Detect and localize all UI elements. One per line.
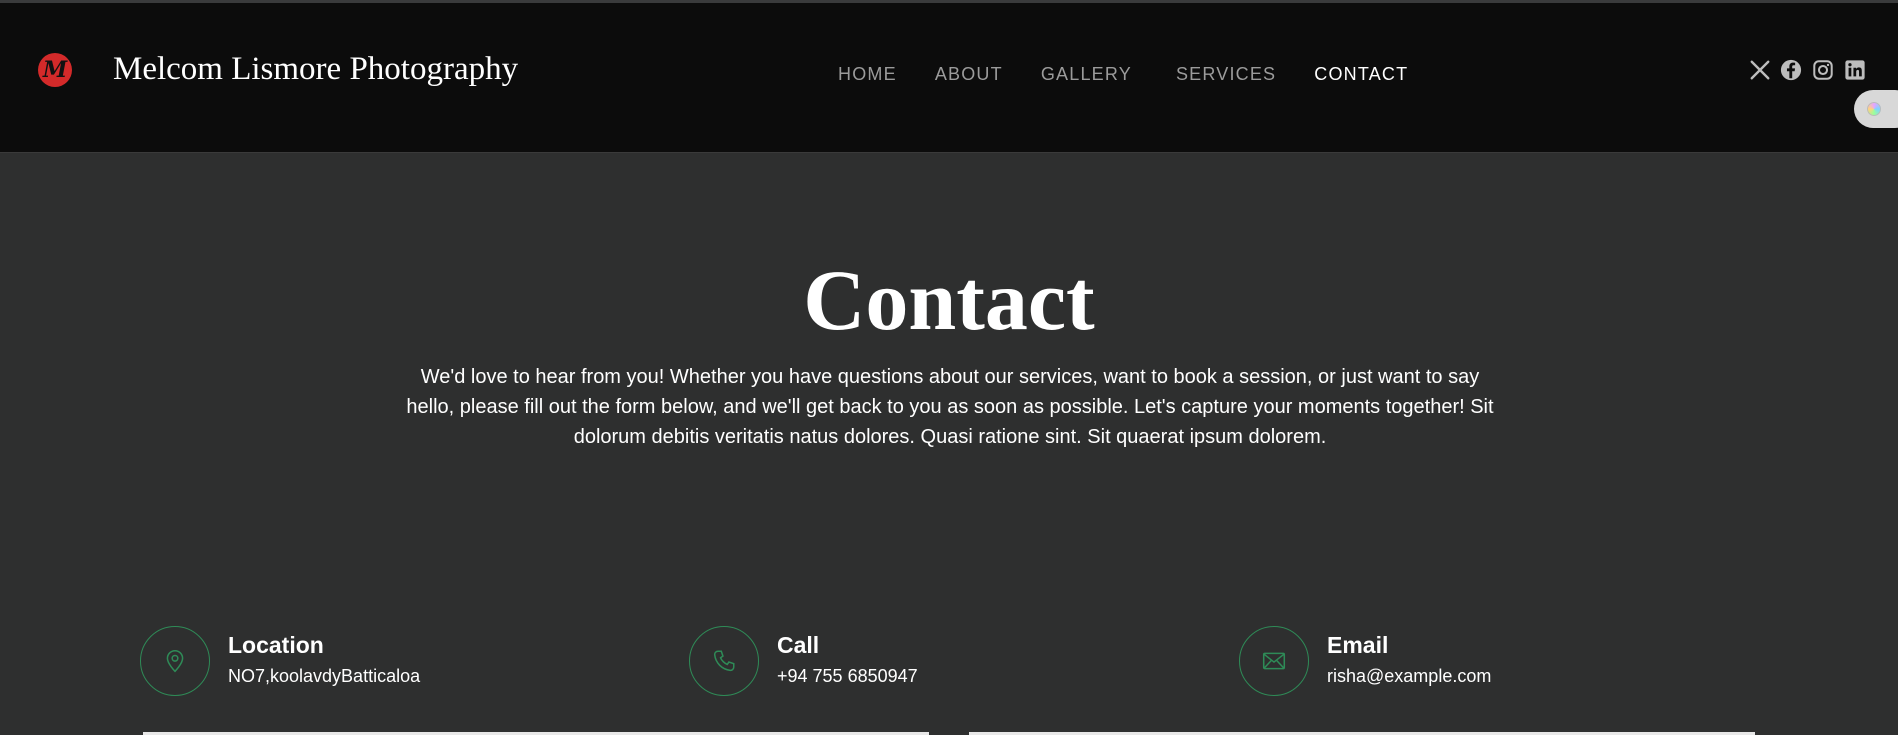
info-title: Email (1327, 632, 1389, 658)
map-pin-icon (140, 626, 210, 696)
nav-gallery[interactable]: GALLERY (1041, 64, 1132, 85)
floating-assistant-button[interactable] (1854, 90, 1898, 128)
nav-contact[interactable]: CONTACT (1314, 64, 1408, 85)
email-value[interactable]: risha@example.com (1327, 666, 1491, 687)
x-icon[interactable] (1749, 59, 1771, 81)
main-nav: HOME ABOUT GALLERY SERVICES CONTACT (838, 59, 1446, 89)
envelope-icon (1239, 626, 1309, 696)
nav-services[interactable]: SERVICES (1176, 64, 1276, 85)
nav-home[interactable]: HOME (838, 64, 897, 85)
logo-icon[interactable]: M (38, 53, 72, 87)
phone-icon (689, 626, 759, 696)
assistant-logo-icon (1864, 99, 1884, 119)
info-title: Call (777, 632, 820, 658)
intro-paragraph: We'd love to hear from you! Whether you … (406, 366, 1494, 448)
linkedin-icon[interactable] (1844, 59, 1866, 81)
site-brand[interactable]: Melcom Lismore Photography (113, 51, 518, 88)
logo-letter: M (42, 57, 68, 83)
phone-value[interactable]: +94 755 6850947 (777, 666, 918, 687)
info-title: Location (228, 632, 324, 658)
site-header: M Melcom Lismore Photography HOME ABOUT … (0, 3, 1898, 153)
page-title: Contact (803, 252, 1095, 348)
facebook-icon[interactable] (1780, 59, 1802, 81)
nav-about[interactable]: ABOUT (935, 64, 1003, 85)
location-value: NO7,koolavdyBatticaloa (228, 666, 421, 686)
instagram-icon[interactable] (1812, 59, 1834, 81)
